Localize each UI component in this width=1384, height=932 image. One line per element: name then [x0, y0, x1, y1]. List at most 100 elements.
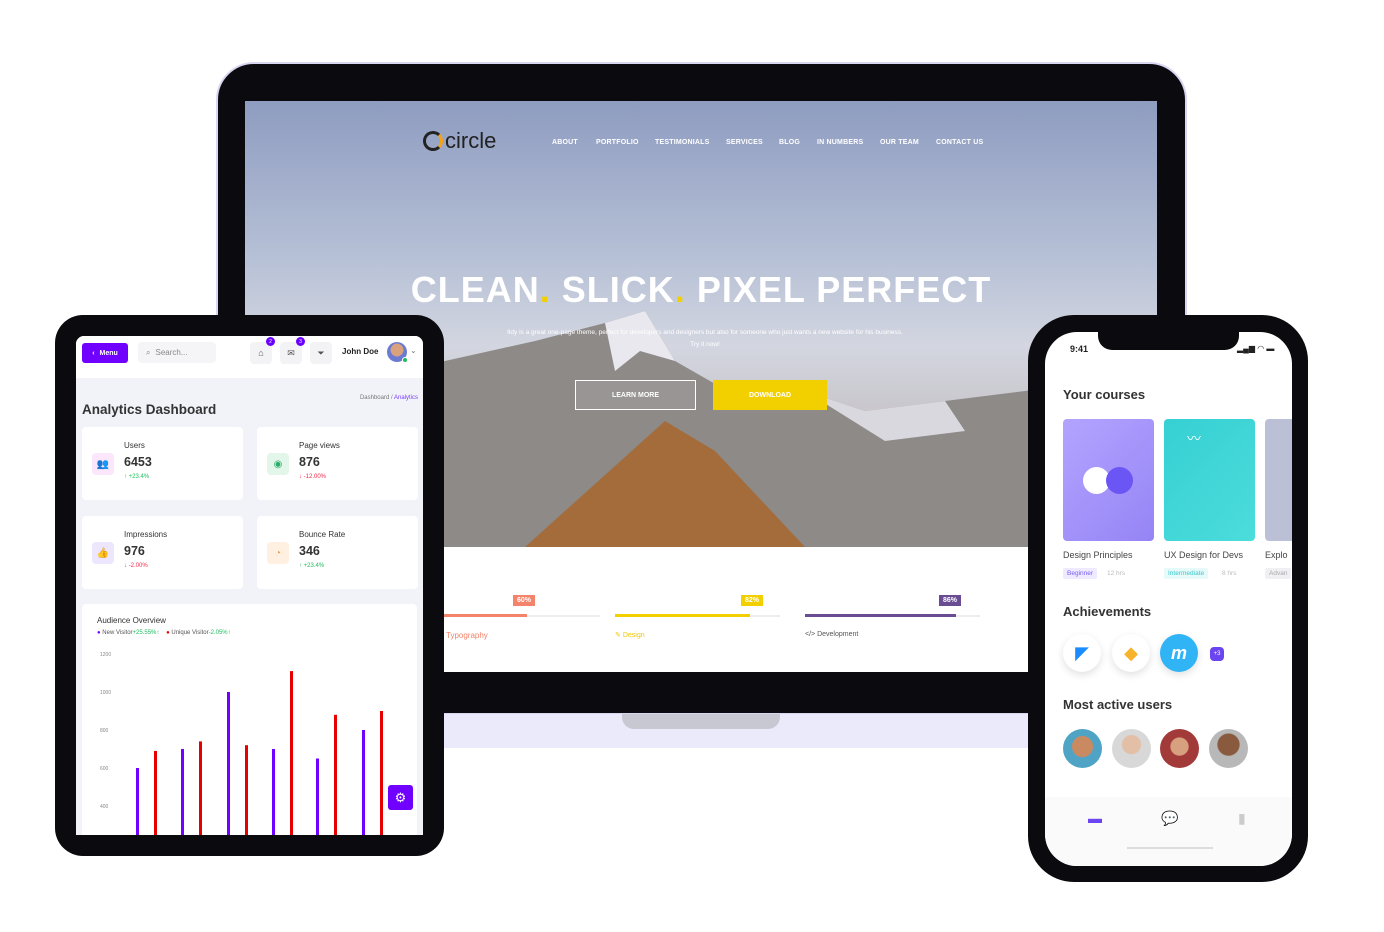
skill-value: 60%: [513, 595, 536, 606]
achievements-title: Achievements: [1063, 604, 1152, 619]
status-time: 9:41: [1070, 344, 1089, 354]
search-input[interactable]: ⌕ Search...: [138, 342, 216, 363]
pie-chart-icon: ◔: [267, 542, 289, 564]
stat-card-page-views: ◉ Page views 876 ↓ -12.00%: [257, 427, 418, 500]
home-indicator: [1127, 847, 1213, 849]
filter-button[interactable]: ⏷: [310, 342, 332, 364]
settings-button[interactable]: ⚙: [388, 785, 413, 810]
download-button[interactable]: DOWNLOAD: [713, 380, 827, 410]
bar-new-visitor: [362, 730, 365, 835]
nav-about[interactable]: ABOUT: [552, 139, 578, 146]
marvel-icon[interactable]: m: [1160, 634, 1198, 672]
course-card-explore[interactable]: [1265, 419, 1292, 541]
course-level-badge: Intermediate: [1164, 568, 1209, 579]
user-avatar[interactable]: [1063, 729, 1102, 768]
circle-logo[interactable]: circle: [423, 128, 496, 154]
code-icon: </>: [805, 631, 818, 638]
dashboard-header: ‹ Menu ⌕ Search... ⌂ 2 ✉ 3 ⏷ John Doe ⌄: [76, 336, 423, 378]
active-users-title: Most active users: [1063, 697, 1173, 712]
eye-icon: ◉: [267, 453, 289, 475]
y-tick-label: 600: [100, 766, 109, 772]
chart-legend: ● New Visitor+25.55%↑ ● Unique Visitor-2…: [97, 630, 231, 636]
nav-contact-us[interactable]: CONTACT US: [936, 139, 983, 146]
bar-unique-visitor: [380, 711, 383, 835]
notifications-button[interactable]: ⌂ 2: [250, 337, 275, 364]
filter-icon: ⏷: [317, 347, 325, 358]
stat-card-users: 👥 Users 6453 ↑ +23.4%: [82, 427, 243, 500]
tab-messages-chat-icon[interactable]: 💬: [1161, 810, 1178, 827]
user-avatar[interactable]: [1160, 729, 1199, 768]
gear-icon: ⚙: [394, 789, 407, 805]
online-status-icon: [402, 357, 408, 363]
hero-subtitle: Ildy is a great one-page theme, perfect …: [507, 329, 903, 348]
tab-bookmarks-icon[interactable]: ▮: [1238, 810, 1246, 827]
phone-notch: [1098, 332, 1239, 350]
mail-icon: ✉: [287, 347, 295, 358]
menu-button[interactable]: ‹ Menu: [82, 343, 128, 363]
nav-portfolio[interactable]: PORTFOLIO: [596, 139, 639, 146]
bar-unique-visitor: [334, 714, 337, 835]
audience-bar-chart: 1200 1000 800 600 400: [100, 652, 383, 835]
course-hours: 12 hrs: [1107, 570, 1126, 577]
user-avatar[interactable]: [1209, 729, 1248, 768]
bar-unique-visitor: [245, 745, 248, 835]
course-level-badge: Advan: [1265, 568, 1292, 579]
framer-icon[interactable]: ◤: [1063, 634, 1101, 672]
y-tick-label: 800: [100, 728, 109, 734]
user-avatar[interactable]: [1112, 729, 1151, 768]
bar-new-visitor: [136, 768, 139, 835]
page-title: Analytics Dashboard: [82, 402, 217, 417]
skill-label: Typography: [446, 631, 488, 640]
skill-bar: [615, 614, 751, 617]
mobile-screen: 9:41 ▂▄▆ ◠ ▬ Your courses 〰 Design Princ…: [1045, 332, 1292, 866]
bar-unique-visitor: [290, 671, 293, 835]
skill-development: 86% </> Development: [805, 593, 980, 643]
y-tick-label: 1000: [100, 690, 111, 696]
users-icon: 👥: [92, 453, 114, 475]
course-name: UX Design for Devs: [1164, 550, 1244, 560]
breadcrumb: Dashboard / Analytics: [359, 395, 418, 401]
chevron-down-icon[interactable]: ⌄: [410, 346, 417, 355]
nav-services[interactable]: SERVICES: [726, 139, 763, 146]
pencil-icon: ✎: [615, 632, 623, 639]
courses-title: Your courses: [1063, 387, 1146, 402]
bar-new-visitor: [272, 749, 275, 835]
bar-new-visitor: [181, 749, 184, 835]
course-level-badge: Beginner: [1063, 568, 1098, 579]
search-icon: ⌕: [146, 347, 151, 357]
nav-testimonials[interactable]: TESTIMONIALS: [655, 139, 710, 146]
bar-new-visitor: [227, 692, 230, 835]
course-card-ux-design[interactable]: 〰: [1164, 419, 1255, 541]
chart-title: Audience Overview: [97, 616, 166, 625]
sketch-icon[interactable]: ◆: [1112, 634, 1150, 672]
bar-new-visitor: [316, 758, 319, 835]
more-achievements-badge[interactable]: +3: [1210, 647, 1224, 661]
hero-headline: CLEAN. SLICK. PIXEL PERFECT: [410, 269, 992, 310]
messages-button[interactable]: ✉ 3: [280, 337, 305, 364]
bottom-tab-bar: [1045, 797, 1292, 866]
nav-blog[interactable]: BLOG: [779, 139, 800, 146]
bar-unique-visitor: [154, 750, 157, 835]
tab-courses-folder-icon[interactable]: ▬: [1088, 810, 1102, 826]
signal-wifi-battery-icon: ▂▄▆ ◠ ▬: [1237, 344, 1275, 353]
nav-our-team[interactable]: OUR TEAM: [880, 139, 919, 146]
nav-in-numbers[interactable]: IN NUMBERS: [817, 139, 863, 146]
dashboard-screen: ‹ Menu ⌕ Search... ⌂ 2 ✉ 3 ⏷ John Doe ⌄ Dash…: [76, 336, 423, 835]
bar-unique-visitor: [199, 741, 202, 835]
stat-card-bounce-rate: ◔ Bounce Rate 346 ↑ +23.4%: [257, 516, 418, 589]
chevron-left-icon: ‹: [92, 349, 95, 357]
learn-more-button[interactable]: LEARN MORE: [575, 380, 696, 410]
course-hours: 8 hrs: [1222, 570, 1237, 577]
y-tick-label: 400: [100, 804, 109, 810]
avatar[interactable]: [387, 342, 408, 363]
course-name: Design Principles: [1063, 550, 1133, 560]
laptop-notch: [622, 714, 780, 729]
bell-icon: ⌂: [258, 348, 264, 358]
stat-card-impressions: 👍 Impressions 976 ↓ -2.00%: [82, 516, 243, 589]
thumbs-up-icon: 👍: [92, 542, 114, 564]
user-name[interactable]: John Doe: [342, 347, 378, 356]
course-name: Explo: [1265, 550, 1288, 560]
course-card-design-principles[interactable]: [1063, 419, 1154, 541]
y-tick-label: 1200: [100, 652, 111, 658]
logo-text: circle: [445, 128, 497, 153]
